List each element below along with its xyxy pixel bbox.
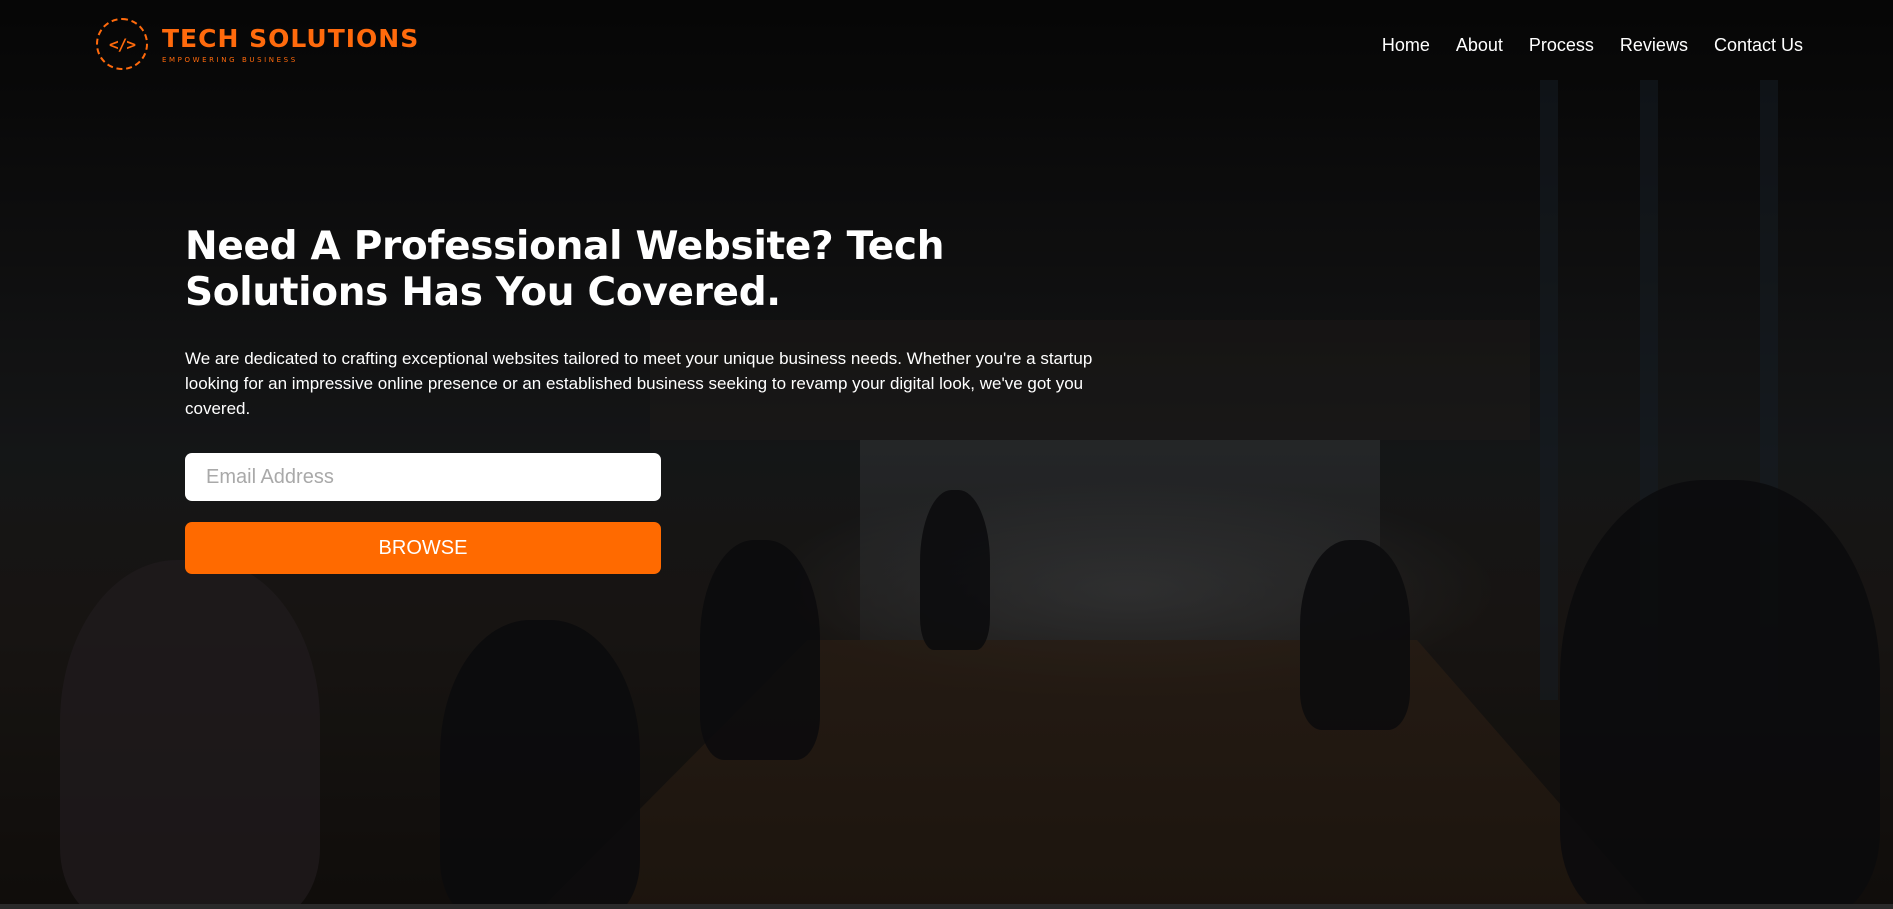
hero-heading: Need A Professional Website? Tech Soluti… [185,224,945,315]
brand-tagline: EMPOWERING BUSINESS [162,55,298,64]
browse-button[interactable]: BROWSE [185,522,661,574]
brand-name: TECH SOLUTIONS [162,23,420,53]
nav-item-contact-us[interactable]: Contact Us [1714,34,1803,56]
landing-page: </> TECH SOLUTIONS EMPOWERING BUSINESS H… [0,0,1893,909]
nav-item-process[interactable]: Process [1529,34,1594,56]
site-header: </> TECH SOLUTIONS EMPOWERING BUSINESS H… [0,0,1893,92]
hero-section: Need A Professional Website? Tech Soluti… [185,224,1145,574]
nav-item-about[interactable]: About [1456,34,1503,56]
brand-logo[interactable]: </> TECH SOLUTIONS EMPOWERING BUSINESS [96,18,419,70]
nav-item-reviews[interactable]: Reviews [1620,34,1688,56]
nav-item-home[interactable]: Home [1382,34,1430,56]
hero-description: We are dedicated to crafting exceptional… [185,349,1093,418]
code-icon: </> [96,18,148,70]
main-nav: Home About Process Reviews Contact Us [1382,34,1803,56]
email-address-input[interactable] [185,453,661,501]
page-bottom-edge [0,904,1893,909]
brand-text: TECH SOLUTIONS EMPOWERING BUSINESS [162,23,420,64]
